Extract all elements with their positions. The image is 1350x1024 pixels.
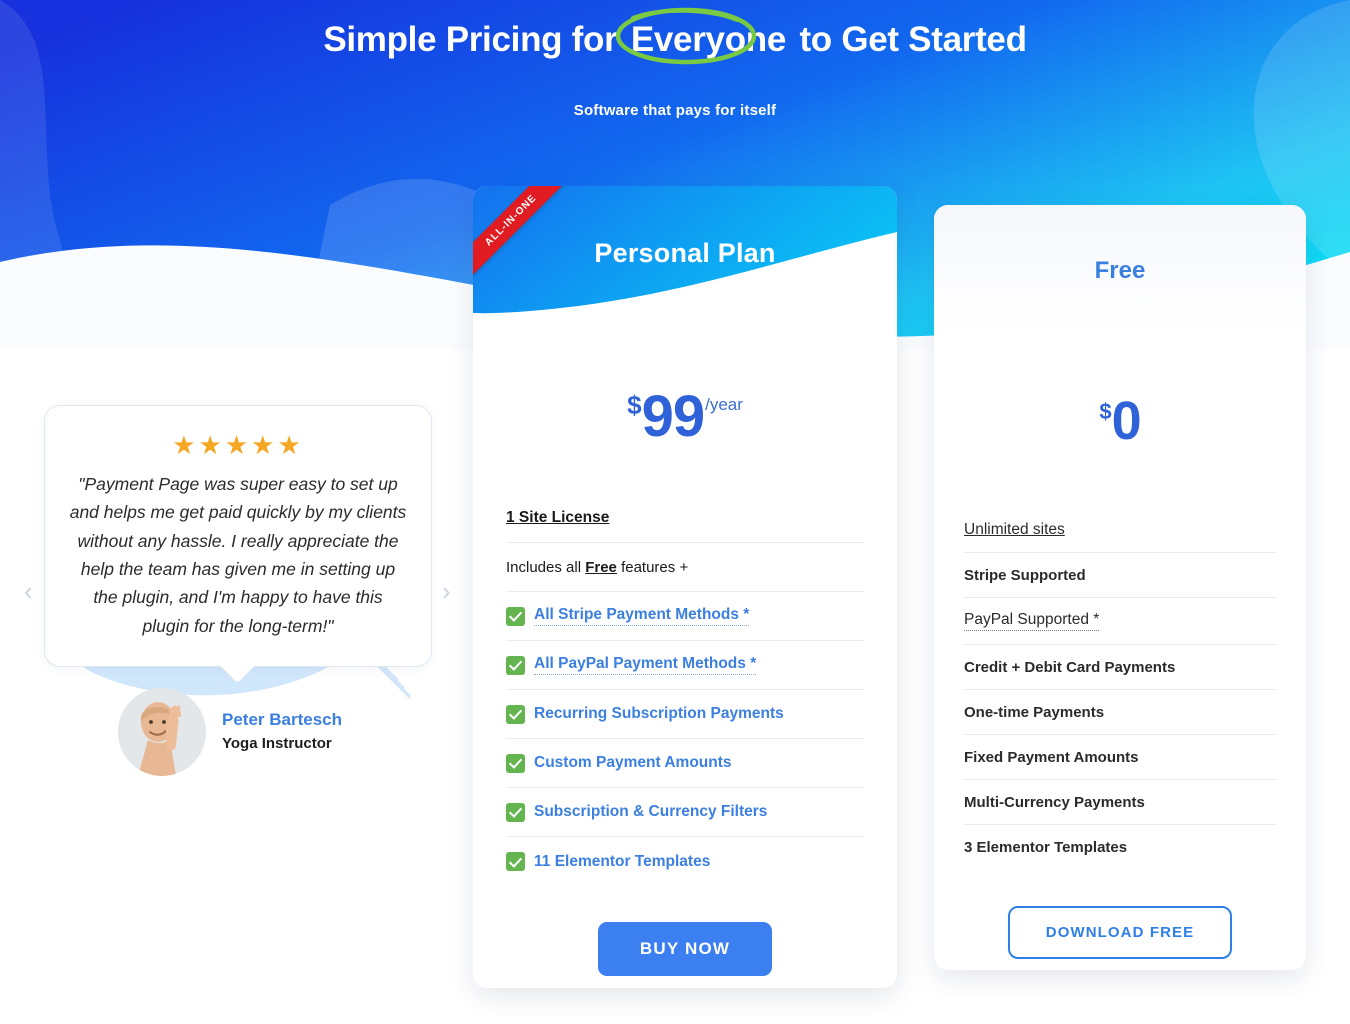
personal-includes-row: Includes all Free features +: [506, 543, 864, 592]
author-name: Peter Bartesch: [222, 710, 343, 729]
feature-row: Custom Payment Amounts: [506, 739, 864, 788]
feature-row: Subscription & Currency Filters: [506, 788, 864, 837]
free-feature-label: 3 Elementor Templates: [964, 839, 1128, 856]
free-feature-list: Unlimited sites Stripe Supported PayPal …: [964, 508, 1276, 870]
feature-row: Recurring Subscription Payments: [506, 690, 864, 739]
pricing-card-free: Free $0 Unlimited sites Stripe Supported…: [934, 205, 1306, 970]
free-feature-row: Unlimited sites: [964, 508, 1276, 553]
testimonial-carousel: ★★★★★ "Payment Page was super easy to se…: [18, 400, 458, 790]
personal-amount: 99: [641, 384, 706, 449]
personal-license-label[interactable]: 1 Site License: [506, 509, 609, 527]
personal-price: $99/year: [473, 336, 897, 446]
free-feature-row: Fixed Payment Amounts: [964, 735, 1276, 780]
testimonial-quote: "Payment Page was super easy to set up a…: [69, 474, 407, 636]
personal-currency: $: [627, 390, 642, 420]
page-title-circled-word: Everyone: [615, 7, 790, 65]
check-icon: [506, 704, 525, 724]
free-feature-row: Stripe Supported: [964, 553, 1276, 598]
personal-includes-label: Includes all Free features +: [506, 558, 689, 576]
personal-card-header: ALL-IN-ONE Personal Plan: [473, 186, 897, 336]
free-cta-wrap: DOWNLOAD FREE: [934, 906, 1306, 959]
free-feature-label[interactable]: PayPal Supported *: [964, 611, 1100, 631]
personal-period: /year: [705, 395, 743, 414]
free-feature-label: Stripe Supported: [964, 566, 1086, 584]
free-feature-label: Credit + Debit Card Payments: [964, 658, 1176, 676]
free-feature-row: Credit + Debit Card Payments: [964, 645, 1276, 690]
free-plan-title: Free: [1094, 257, 1146, 284]
page-title: Simple Pricing for Everyone to Get Start…: [323, 7, 1027, 65]
check-icon: [506, 753, 525, 773]
free-feature-row: Multi-Currency Payments: [964, 780, 1276, 825]
free-feature-label[interactable]: Unlimited sites: [964, 521, 1065, 539]
check-icon: [506, 852, 525, 871]
author-role: Yoga Instructor: [222, 735, 332, 752]
carousel-next-icon[interactable]: ›: [442, 578, 451, 604]
buy-now-button[interactable]: BUY NOW: [597, 922, 773, 976]
free-feature-label: Fixed Payment Amounts: [964, 748, 1139, 766]
free-feature-row: One-time Payments: [964, 690, 1276, 735]
testimonial-bubble: ★★★★★ "Payment Page was super easy to se…: [44, 405, 432, 668]
feature-row: 11 Elementor Templates: [506, 837, 864, 886]
personal-license-row: 1 Site License: [506, 494, 864, 543]
free-feature-label: One-time Payments: [964, 703, 1105, 721]
personal-feature-list: 1 Site License Includes all Free feature…: [506, 494, 864, 886]
free-price: $0: [934, 330, 1306, 448]
feature-label: Subscription & Currency Filters: [534, 803, 768, 820]
personal-cta-wrap: BUY NOW: [473, 922, 897, 976]
page-title-before: Simple Pricing for: [323, 20, 627, 59]
free-amount: 0: [1111, 391, 1142, 451]
download-free-button[interactable]: DOWNLOAD FREE: [1007, 906, 1233, 959]
pricing-page: Simple Pricing for Everyone to Get Start…: [0, 0, 1350, 1024]
free-card-header: Free: [934, 205, 1306, 330]
page-title-after: to Get Started: [790, 20, 1027, 59]
pricing-card-personal: ALL-IN-ONE Personal Plan $99/year 1 Site…: [473, 186, 897, 988]
page-subtitle: Software that pays for itself: [573, 101, 777, 119]
feature-label[interactable]: All PayPal Payment Methods *: [534, 655, 757, 675]
avatar: [118, 688, 206, 776]
check-icon: [506, 606, 525, 626]
check-icon: [506, 802, 525, 822]
free-feature-label: Multi-Currency Payments: [964, 793, 1145, 811]
feature-label: Custom Payment Amounts: [534, 754, 732, 771]
personal-plan-title: Personal Plan: [594, 238, 776, 268]
feature-label: Recurring Subscription Payments: [534, 705, 784, 722]
check-icon: [506, 655, 525, 675]
feature-label[interactable]: All Stripe Payment Methods *: [534, 606, 750, 626]
free-currency: $: [1099, 399, 1112, 424]
testimonial-author: Peter Bartesch Yoga Instructor: [118, 688, 342, 776]
free-link[interactable]: Free: [585, 559, 617, 576]
feature-row: All Stripe Payment Methods *: [506, 592, 864, 641]
carousel-prev-icon[interactable]: ‹: [24, 578, 33, 604]
free-feature-row: 3 Elementor Templates: [964, 825, 1276, 870]
rating-stars-icon: ★★★★★: [172, 430, 304, 460]
feature-label: 11 Elementor Templates: [534, 852, 711, 870]
hero-heading-block: Simple Pricing for Everyone to Get Start…: [0, 7, 1350, 119]
free-feature-row: PayPal Supported *: [964, 598, 1276, 645]
feature-row: All PayPal Payment Methods *: [506, 641, 864, 690]
